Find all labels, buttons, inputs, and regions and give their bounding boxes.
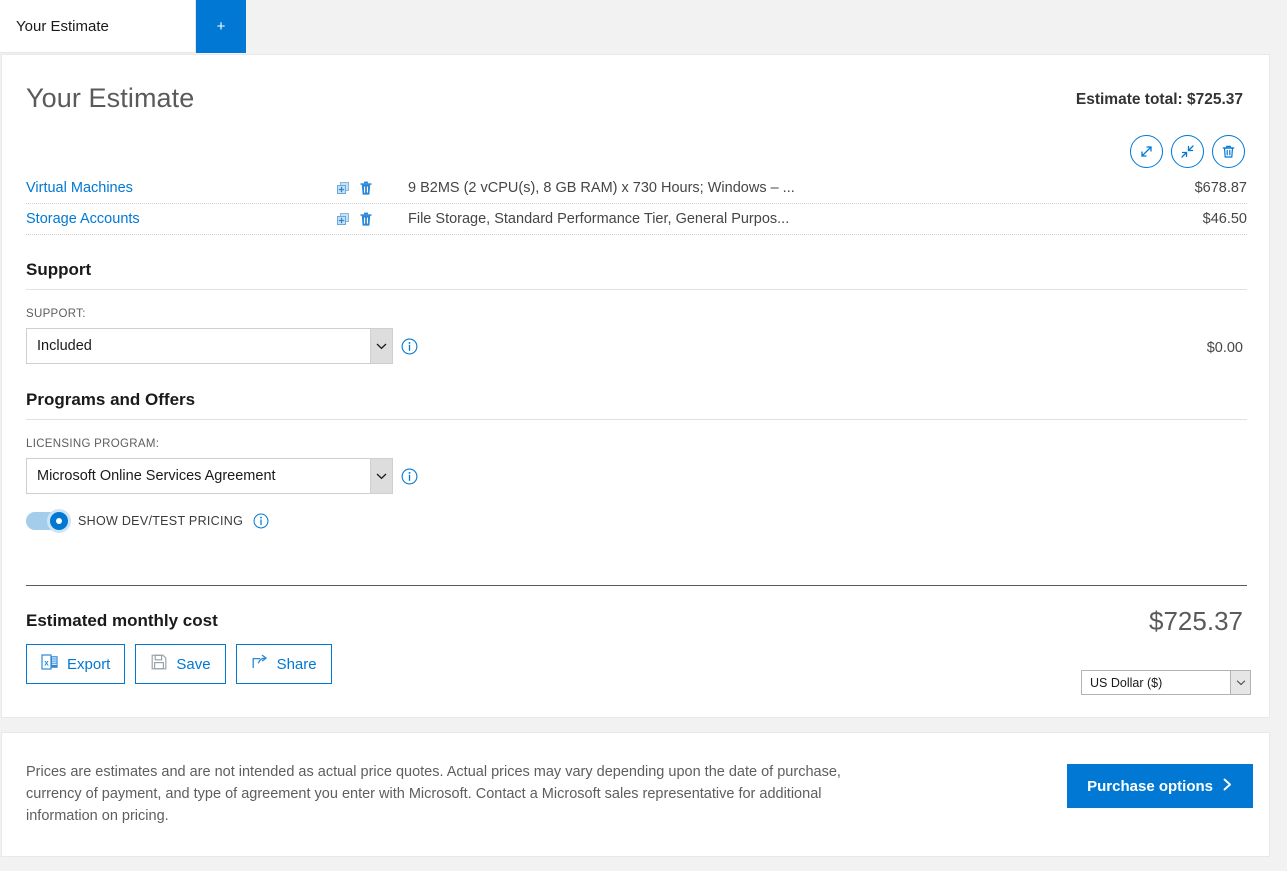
expand-icon: [1141, 146, 1152, 157]
share-button[interactable]: Share: [235, 644, 332, 684]
disclaimer-card: Prices are estimates and are not intende…: [1, 732, 1270, 857]
support-price: $0.00: [1206, 340, 1243, 356]
estimate-action-buttons: x Export Save Share: [26, 644, 332, 684]
table-row: Virtual Machines 9 B2MS (2 vCPU(s), 8 GB…: [26, 173, 1247, 204]
floppy-disk-icon: [150, 653, 168, 675]
product-price: $46.50: [1202, 211, 1247, 227]
support-select[interactable]: Included: [26, 328, 393, 364]
currency-select-value: US Dollar ($): [1090, 675, 1163, 690]
product-rows: Virtual Machines 9 B2MS (2 vCPU(s), 8 GB…: [26, 173, 1247, 235]
chevron-down-icon: [370, 459, 392, 493]
purchase-options-button[interactable]: Purchase options: [1067, 764, 1253, 808]
row-actions: [336, 212, 408, 227]
row-actions: [336, 181, 408, 196]
export-button-label: Export: [67, 655, 111, 673]
duplicate-icon[interactable]: [336, 212, 351, 227]
trash-icon[interactable]: [359, 212, 373, 227]
devtest-info-icon[interactable]: [253, 513, 269, 529]
product-link-virtual-machines[interactable]: Virtual Machines: [26, 180, 336, 196]
estimate-card: Your Estimate Estimate total: $725.37 Vi…: [1, 54, 1270, 718]
estimate-actions: [1130, 135, 1245, 168]
share-icon: [251, 653, 269, 675]
monthly-cost-heading: Estimated monthly cost: [26, 611, 218, 630]
product-description: 9 B2MS (2 vCPU(s), 8 GB RAM) x 730 Hours…: [408, 180, 795, 196]
toggle-knob: [50, 512, 68, 530]
save-button-label: Save: [176, 655, 211, 673]
show-devtest-pricing-toggle[interactable]: [26, 509, 71, 533]
trash-icon[interactable]: [359, 181, 373, 196]
save-button[interactable]: Save: [135, 644, 226, 684]
product-description: File Storage, Standard Performance Tier,…: [408, 211, 790, 227]
currency-select[interactable]: US Dollar ($): [1081, 670, 1251, 695]
product-price: $678.87: [1194, 180, 1247, 196]
support-select-value: Included: [37, 338, 92, 354]
grand-total: $725.37: [1149, 606, 1243, 636]
chevron-down-icon: [370, 329, 392, 363]
support-info-icon[interactable]: [401, 338, 418, 355]
trash-icon: [1222, 145, 1235, 158]
duplicate-icon[interactable]: [336, 181, 351, 196]
add-tab-button[interactable]: +: [196, 0, 246, 53]
devtest-toggle-label: SHOW DEV/TEST PRICING: [78, 514, 244, 528]
delete-all-button[interactable]: [1212, 135, 1245, 168]
collapse-icon: [1181, 145, 1194, 158]
support-divider: [26, 289, 1247, 290]
devtest-toggle-row: SHOW DEV/TEST PRICING: [26, 509, 269, 533]
chevron-right-icon: [1222, 778, 1233, 795]
tab-strip: Your Estimate +: [0, 0, 1287, 53]
export-button[interactable]: x Export: [26, 644, 126, 684]
licensing-info-icon[interactable]: [401, 468, 418, 485]
support-heading: Support: [26, 260, 92, 279]
estimate-total: Estimate total: $725.37: [1075, 91, 1243, 108]
expand-all-button[interactable]: [1130, 135, 1163, 168]
purchase-options-label: Purchase options: [1087, 777, 1213, 795]
collapse-all-button[interactable]: [1171, 135, 1204, 168]
table-row: Storage Accounts File Storage, Standard …: [26, 204, 1247, 235]
support-field-label: SUPPORT:: [26, 308, 86, 320]
plus-icon: +: [216, 18, 226, 35]
licensing-field-label: LICENSING PROGRAM:: [26, 438, 160, 450]
excel-icon: x: [41, 653, 59, 675]
chevron-down-icon: [1230, 671, 1250, 694]
programs-heading: Programs and Offers: [26, 390, 196, 409]
licensing-program-select[interactable]: Microsoft Online Services Agreement: [26, 458, 393, 494]
tab-label: Your Estimate: [16, 17, 109, 35]
programs-divider: [26, 419, 1247, 420]
licensing-select-value: Microsoft Online Services Agreement: [37, 468, 276, 484]
page-title: Your Estimate: [26, 83, 195, 113]
section-divider: [26, 585, 1247, 586]
share-button-label: Share: [276, 655, 317, 673]
product-link-storage-accounts[interactable]: Storage Accounts: [26, 211, 336, 227]
disclaimer-text: Prices are estimates and are not intende…: [26, 764, 841, 824]
svg-text:x: x: [44, 658, 49, 667]
tab-your-estimate[interactable]: Your Estimate: [0, 0, 196, 53]
